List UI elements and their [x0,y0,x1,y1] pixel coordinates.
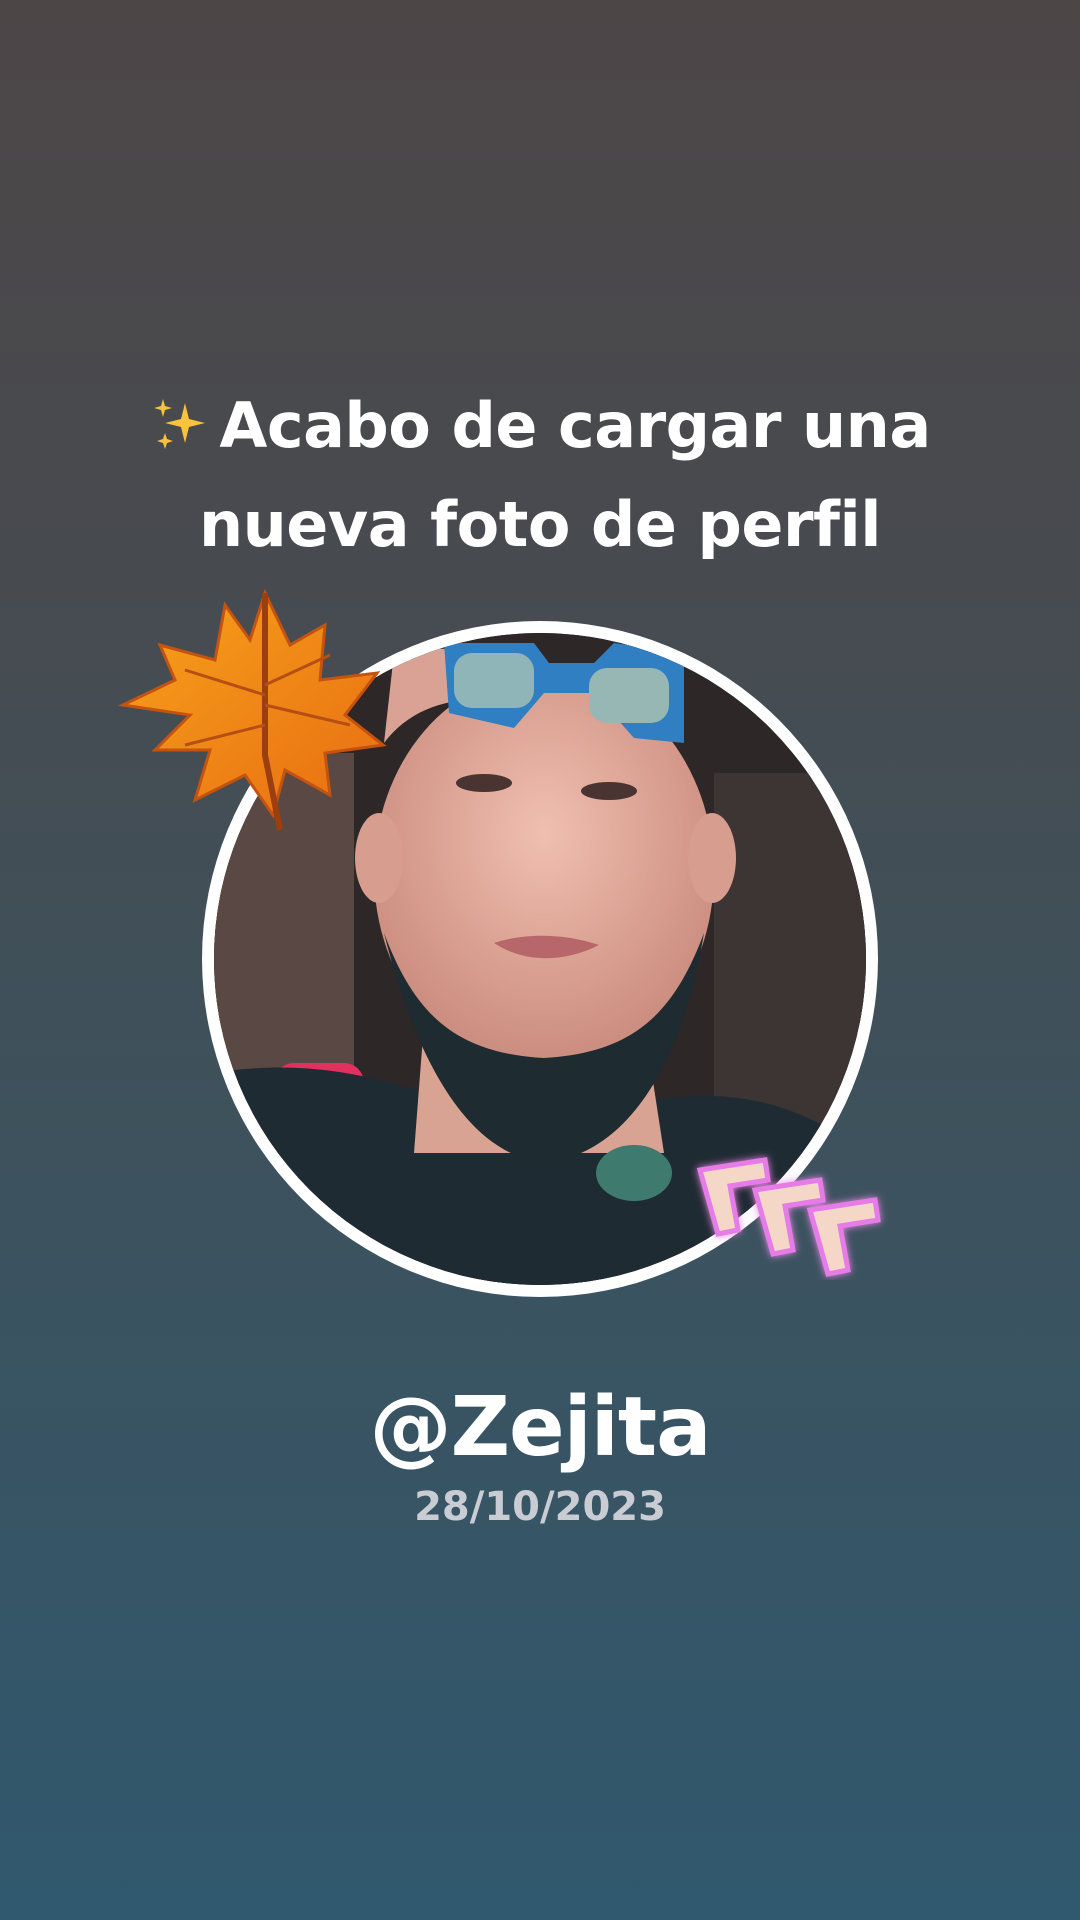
headline-text-1: Acabo de cargar una [219,389,931,462]
upload-date: 28/10/2023 [414,1484,666,1530]
maple-leaf-icon [117,588,387,831]
neon-chevrons-icon [696,1157,881,1277]
username: @Zejita [369,1380,712,1475]
headline-line-1: Acabo de cargar una [0,378,1080,477]
sparkles-icon [149,381,209,477]
headline: Acabo de cargar una nueva foto de perfil [0,378,1080,573]
headline-line-2: nueva foto de perfil [198,488,882,561]
